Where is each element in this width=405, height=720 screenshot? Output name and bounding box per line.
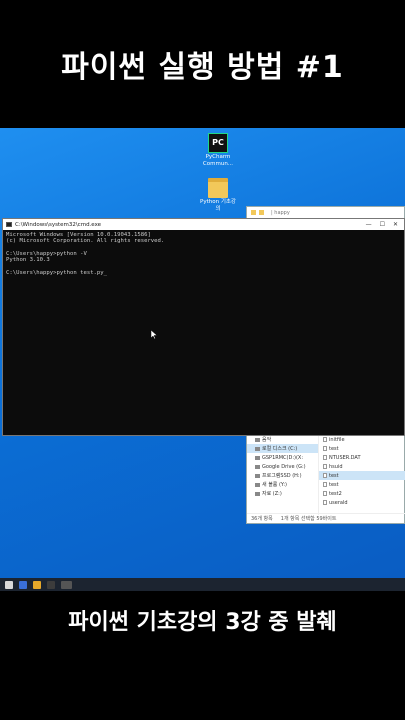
- file-name: userald: [329, 499, 348, 506]
- drive-icon: [255, 455, 260, 460]
- music-icon: [255, 437, 260, 442]
- desktop-icon-label: Python 기초강의: [200, 199, 236, 212]
- terminal-line: C:\Users\happy>python test.py_: [6, 269, 108, 276]
- nav-item-label: 자료 (Z:): [262, 491, 282, 497]
- window-controls: — ☐ ✕: [366, 221, 404, 228]
- drive-icon: [255, 482, 260, 487]
- file-name: test: [329, 481, 339, 488]
- file-name: test2: [329, 490, 342, 497]
- taskbar-app-icon[interactable]: [19, 580, 27, 589]
- nav-item-label: 프로그램SSD (H:): [262, 473, 302, 479]
- nav-item[interactable]: GSP1RMC(D:)(X:: [247, 453, 318, 462]
- nav-item-label: 로컬 디스크 (C:): [262, 446, 298, 452]
- explorer-content: 음악 로컬 디스크 (C:) GSP1RMC(D:)(X: Google Dri…: [247, 433, 405, 515]
- file-item[interactable]: userald: [319, 498, 405, 507]
- taskbar-app-icon[interactable]: [47, 580, 55, 589]
- nav-item-label: 음악: [262, 437, 272, 443]
- desktop-icon-label: PyCharm Commun...: [202, 154, 234, 167]
- explorer-file-list: initfile test NTUSER.DAT hsuid test test…: [319, 433, 405, 515]
- cmd-title: C:\Windows\system32\cmd.exe: [15, 221, 102, 228]
- status-item-count: 36개 항목: [251, 516, 273, 522]
- file-item-selected[interactable]: test: [319, 471, 405, 480]
- drive-icon: [255, 473, 260, 478]
- nav-item[interactable]: 자료 (Z:): [247, 489, 318, 498]
- drive-icon: [255, 464, 260, 469]
- file-item[interactable]: hsuid: [319, 462, 405, 471]
- minimize-icon[interactable]: —: [366, 221, 372, 228]
- file-name: initfile: [329, 436, 345, 443]
- nav-item[interactable]: 음악: [247, 435, 318, 444]
- file-name: test: [329, 472, 339, 479]
- file-item[interactable]: test: [319, 444, 405, 453]
- headline: 파이썬 실행 방법 #1: [61, 50, 344, 85]
- file-icon: [323, 446, 327, 451]
- cmd-titlebar[interactable]: C:\Windows\system32\cmd.exe — ☐ ✕: [3, 219, 404, 230]
- explorer-status-bar: 36개 항목 1개 항목 선택함 59바이트: [247, 513, 405, 523]
- pycharm-icon: PC: [208, 133, 228, 153]
- nav-item[interactable]: Google Drive (G:): [247, 462, 318, 471]
- file-icon: [323, 491, 327, 496]
- folder-icon: [251, 210, 256, 215]
- nav-item-label: 새 볼륨 (Y:): [262, 482, 287, 488]
- drive-icon: [255, 491, 260, 496]
- terminal-output[interactable]: Microsoft Windows [Version 10.0.19043.15…: [3, 230, 404, 278]
- desktop-icon-folder[interactable]: Python 기초강의: [198, 178, 238, 212]
- nav-item-label: Google Drive (G:): [262, 463, 306, 470]
- file-name: hsuid: [329, 463, 343, 470]
- taskbar-cmd-icon[interactable]: [61, 580, 72, 589]
- windows-desktop: PC PyCharm Commun... Python 기초강의 | happy…: [0, 128, 405, 591]
- desktop-icon-pycharm[interactable]: PC PyCharm Commun...: [198, 133, 238, 167]
- caption-band: 파이썬 기초강의 3강 중 발췌: [0, 591, 405, 720]
- file-item[interactable]: NTUSER.DAT: [319, 453, 405, 462]
- caption: 파이썬 기초강의 3강 중 발췌: [68, 610, 337, 635]
- file-item[interactable]: test2: [319, 489, 405, 498]
- mouse-pointer-icon: [150, 324, 158, 340]
- python-file-icon: [323, 473, 327, 478]
- taskbar-folder-icon[interactable]: [33, 580, 41, 589]
- nav-item[interactable]: 로컬 디스크 (C:): [247, 444, 318, 453]
- cmd-window[interactable]: C:\Windows\system32\cmd.exe — ☐ ✕ Micros…: [2, 218, 405, 436]
- folder-icon: [259, 210, 264, 215]
- explorer-navigation-pane: 음악 로컬 디스크 (C:) GSP1RMC(D:)(X: Google Dri…: [247, 433, 319, 515]
- status-selection: 1개 항목 선택함 59바이트: [280, 516, 337, 522]
- file-icon: [323, 500, 327, 505]
- file-item[interactable]: initfile: [319, 435, 405, 444]
- nav-item[interactable]: 새 볼륨 (Y:): [247, 480, 318, 489]
- file-icon: [323, 455, 327, 460]
- taskbar: [0, 578, 405, 591]
- start-icon[interactable]: [5, 580, 13, 589]
- explorer-path: | happy: [271, 209, 290, 216]
- drive-icon: [255, 446, 260, 451]
- file-item[interactable]: test: [319, 480, 405, 489]
- file-icon: [323, 464, 327, 469]
- file-icon: [323, 437, 327, 442]
- file-icon: [323, 482, 327, 487]
- headline-band: 파이썬 실행 방법 #1: [0, 0, 405, 128]
- cmd-icon: [6, 222, 12, 227]
- file-name: NTUSER.DAT: [329, 454, 361, 461]
- nav-item[interactable]: 프로그램SSD (H:): [247, 471, 318, 480]
- maximize-icon[interactable]: ☐: [380, 221, 385, 228]
- folder-icon: [208, 178, 228, 198]
- close-icon[interactable]: ✕: [393, 221, 398, 228]
- file-name: test: [329, 445, 339, 452]
- nav-item-label: GSP1RMC(D:)(X:: [262, 454, 304, 461]
